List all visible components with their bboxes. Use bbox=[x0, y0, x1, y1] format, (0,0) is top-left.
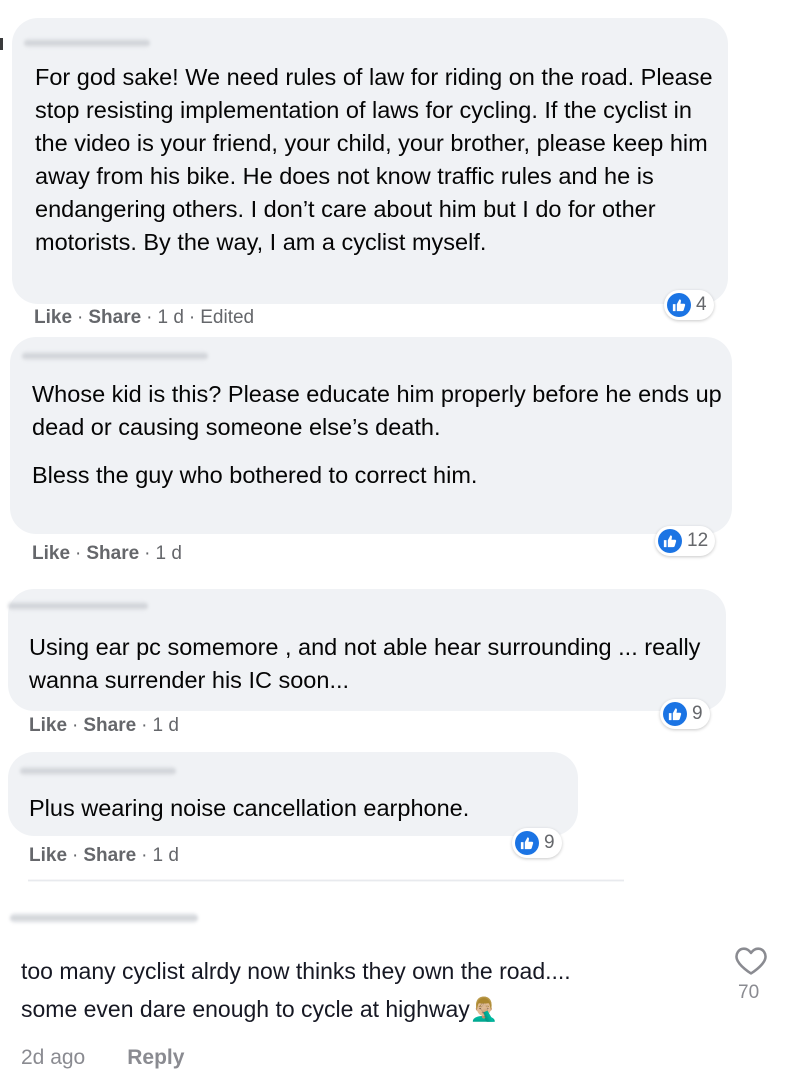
left-edge-mark bbox=[0, 38, 3, 50]
reply-button[interactable]: Reply bbox=[127, 1046, 184, 1069]
share-link[interactable]: Share bbox=[83, 715, 136, 736]
like-thumb-icon bbox=[658, 529, 682, 553]
comment-bubble-3: Using ear pc somemore , and not able hea… bbox=[8, 589, 726, 711]
comment-time: 1 d bbox=[152, 845, 179, 866]
comment-text: For god sake! We need rules of law for r… bbox=[35, 64, 713, 255]
comment-bubble-2: Whose kid is this? Please educate him pr… bbox=[10, 337, 732, 534]
comment-time: 1 d bbox=[155, 543, 182, 564]
heart-outline-icon[interactable] bbox=[734, 944, 768, 981]
comment-actions-2: Like · Share · 1 d bbox=[32, 543, 182, 564]
comment-text: too many cyclist alrdy now thinks they o… bbox=[21, 958, 571, 1022]
comment-text: Whose kid is this? Please educate him pr… bbox=[32, 381, 722, 488]
comment-bubble-1: For god sake! We need rules of law for r… bbox=[12, 18, 728, 304]
facepalm-emoji: 🤦🏼‍♂️ bbox=[469, 996, 499, 1022]
comment-time: 1 d bbox=[157, 307, 184, 328]
share-link[interactable]: Share bbox=[86, 543, 139, 564]
reaction-badge[interactable]: 4 bbox=[664, 290, 714, 320]
comment-time: 2d ago bbox=[21, 1046, 86, 1069]
like-link[interactable]: Like bbox=[29, 715, 67, 736]
share-link[interactable]: Share bbox=[88, 307, 141, 328]
redacted-author-name bbox=[10, 913, 198, 923]
redacted-author-name bbox=[8, 601, 148, 611]
like-thumb-icon bbox=[667, 293, 691, 317]
comment-actions-1: Like · Share · 1 d · Edited bbox=[34, 307, 255, 328]
reaction-count: 4 bbox=[696, 294, 707, 315]
redacted-author-name bbox=[20, 766, 176, 776]
like-count: 70 bbox=[738, 982, 760, 1003]
comment-text: Plus wearing noise cancellation earphone… bbox=[29, 795, 470, 821]
like-link[interactable]: Like bbox=[34, 307, 72, 328]
redacted-author-name bbox=[22, 351, 208, 361]
reaction-badge[interactable]: 9 bbox=[660, 699, 710, 729]
like-link[interactable]: Like bbox=[32, 543, 70, 564]
comment-meta: 2d ago Reply bbox=[21, 1046, 184, 1070]
reaction-count: 12 bbox=[687, 530, 709, 551]
comment-actions-3: Like · Share · 1 d bbox=[29, 715, 179, 736]
cropped-comment-edge bbox=[28, 879, 624, 882]
redacted-author-name bbox=[24, 38, 150, 48]
comment-time: 1 d bbox=[152, 715, 179, 736]
comment-text: Using ear pc somemore , and not able hea… bbox=[29, 634, 701, 693]
reaction-count: 9 bbox=[692, 703, 703, 724]
like-thumb-icon bbox=[515, 831, 539, 855]
reaction-badge[interactable]: 9 bbox=[512, 828, 562, 858]
comment-bubble-4: Plus wearing noise cancellation earphone… bbox=[8, 752, 578, 836]
edited-label: Edited bbox=[200, 307, 255, 328]
reaction-badge[interactable]: 12 bbox=[655, 526, 716, 556]
comment-actions-4: Like · Share · 1 d bbox=[29, 845, 179, 866]
like-link[interactable]: Like bbox=[29, 845, 67, 866]
like-thumb-icon bbox=[663, 702, 687, 726]
share-link[interactable]: Share bbox=[83, 845, 136, 866]
reaction-count: 9 bbox=[544, 832, 555, 853]
